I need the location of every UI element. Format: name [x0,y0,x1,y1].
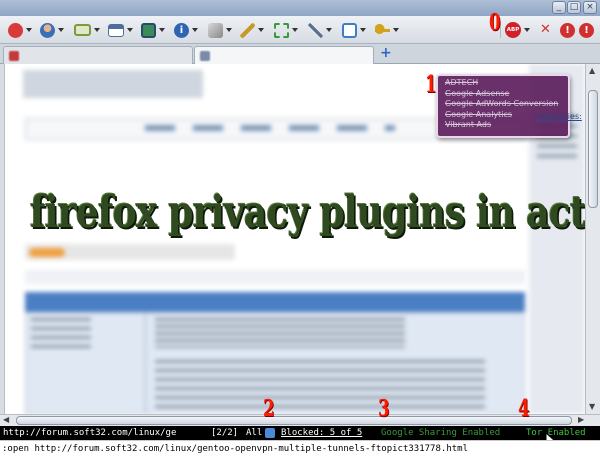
info-icon: i [174,22,189,38]
google-sharing-status[interactable]: Google Sharing Enabled [381,426,500,440]
chevron-down-icon [94,28,100,32]
addon-toolbar: i ABP ✕ ! ! [0,16,600,44]
chevron-down-icon [127,28,133,32]
pen-button[interactable] [240,22,264,38]
favicon-icon [200,51,210,61]
browser-window: _ □ × i ABP ✕ ! ! + firefox privacy plug… [0,0,600,458]
categories-link[interactable]: Categories: [536,112,582,121]
card-button[interactable] [74,22,100,38]
layout-button[interactable] [108,22,133,38]
chevron-down-icon [58,28,64,32]
scroll-thumb[interactable] [588,90,598,208]
stop-icon [8,22,23,38]
scroll-right-icon[interactable]: ▶ [578,415,584,424]
scroll-thumb[interactable] [16,416,572,425]
adblock-icon: ABP [505,22,521,38]
annotation-number: 1 [425,71,437,98]
stop-button[interactable] [8,22,32,38]
horizontal-scrollbar[interactable]: ◀ ▶ [0,414,600,426]
vertical-scrollbar[interactable]: ▲ ▼ [585,64,600,414]
chevron-down-icon [258,28,264,32]
resize-button[interactable] [274,22,298,38]
tab-bar: + [0,44,600,64]
favicon-icon [9,51,19,61]
maximize-button[interactable]: □ [567,1,581,14]
command-line-input[interactable]: :open http://forum.soft32.com/linux/gent… [0,440,600,458]
screen-icon [141,22,156,38]
key-icon [375,22,390,38]
chevron-down-icon [159,28,165,32]
blocked-trackers-popup: ADTECH Google Adsense Google AdWords Con… [436,74,570,138]
tab-gentoo-openvpn[interactable] [194,46,374,64]
wrench-icon [308,22,323,38]
chevron-down-icon [360,28,366,32]
chevron-down-icon [393,28,399,32]
window-title [190,2,430,12]
close-window-button[interactable]: × [583,1,597,14]
overlay-headline: firefox privacy plugins in action [30,187,600,238]
shield-icon [265,428,275,438]
pen-icon [240,22,255,38]
user-button[interactable] [40,22,64,38]
document-icon [342,22,357,38]
annotation-number: 4 [518,395,530,422]
screen-button[interactable] [141,22,165,38]
user-icon [40,22,55,38]
close-tab-button[interactable]: ✕ [540,22,551,38]
tab-charlie-harvey[interactable] [3,46,193,64]
adblock-button[interactable]: ABP [505,22,530,38]
scroll-up-icon[interactable]: ▲ [589,66,595,75]
alert-icon: ! [579,22,594,38]
warning-icon: ! [560,22,575,38]
chevron-down-icon [524,28,530,32]
title-bar: _ □ × [0,0,600,16]
warning-button[interactable]: ! [560,22,575,38]
blocked-tracker-item: Google AdWords Conversion [445,99,559,108]
chevron-down-icon [26,28,32,32]
close-icon: ✕ [540,22,551,37]
annotation-number: 3 [378,395,390,422]
status-url: http://forum.soft32.com/linux/ge [3,428,177,438]
chevron-down-icon [326,28,332,32]
cube-button[interactable] [208,22,232,38]
cube-icon [208,22,223,38]
chevron-down-icon [292,28,298,32]
blocked-tracker-item: Vibrant Ads [445,120,492,129]
wrench-button[interactable] [308,22,332,38]
info-button[interactable]: i [174,22,198,38]
card-icon [74,24,91,36]
minimize-button[interactable]: _ [552,1,566,14]
scroll-position: All [246,428,263,438]
chevron-down-icon [192,28,198,32]
alert-button[interactable]: ! [579,22,594,38]
tab-count: [2/2] [211,428,239,438]
layout-icon [108,23,124,37]
status-bar: http://forum.soft32.com/linux/ge [2/2] A… [0,426,600,440]
new-tab-button[interactable]: + [380,45,392,61]
scroll-down-icon[interactable]: ▼ [589,402,595,411]
annotation-number: 0 [489,9,501,36]
blocked-tracker-item: Google Adsense [445,88,510,98]
resize-icon [274,22,289,38]
annotation-number: 2 [263,395,275,422]
chevron-down-icon [226,28,232,32]
blocked-tracker-item: ADTECH [445,78,479,87]
scroll-left-icon[interactable]: ◀ [3,415,9,424]
blocked-count[interactable]: Blocked: 5 of 5 [281,426,362,440]
document-button[interactable] [342,22,366,38]
key-button[interactable] [375,22,399,38]
